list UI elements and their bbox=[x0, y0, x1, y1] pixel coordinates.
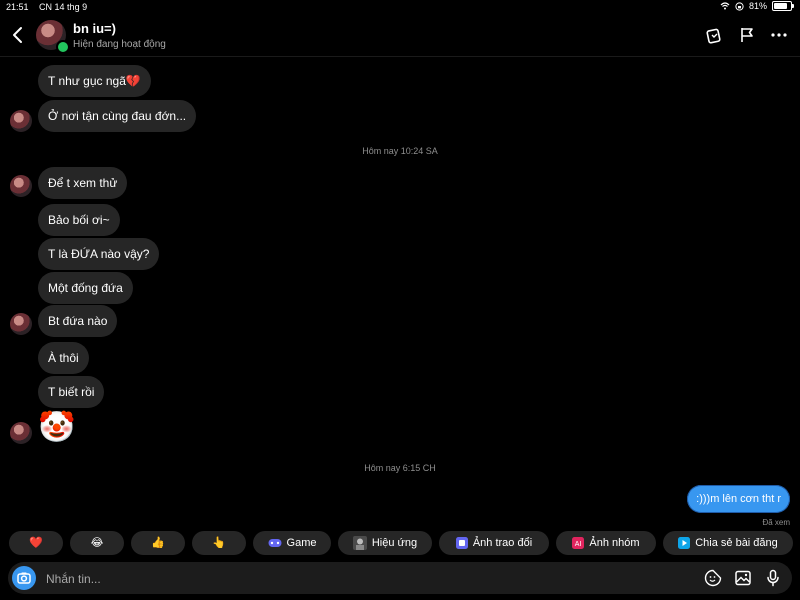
heart-emoji: ❤️ bbox=[29, 537, 43, 549]
message-bubble[interactable]: T như gục ngã💔 bbox=[38, 65, 151, 97]
laugh-reaction-button[interactable]: 😂 bbox=[70, 531, 124, 555]
sticker-icon[interactable] bbox=[704, 569, 722, 587]
sender-avatar[interactable] bbox=[10, 110, 32, 132]
photo-swap-label: Ảnh trao đổi bbox=[472, 537, 533, 549]
chat-header: bn iu=) Hiện đang hoạt động bbox=[0, 14, 800, 57]
share-post-button[interactable]: Chia sẻ bài đăng bbox=[663, 531, 793, 555]
svg-text:AI: AI bbox=[575, 541, 582, 548]
message-bubble[interactable]: Ở nơi tận cùng đau đớn... bbox=[38, 100, 197, 132]
point-up-emoji: 👆 bbox=[212, 537, 226, 549]
message-composer bbox=[8, 562, 792, 594]
share-post-label: Chia sẻ bài đăng bbox=[695, 537, 778, 549]
outgoing-message-bubble[interactable]: :)))m lên cơn tht r bbox=[687, 485, 790, 513]
lock-rotation-icon bbox=[735, 1, 744, 11]
sticker-card-icon[interactable] bbox=[705, 26, 723, 44]
online-status-dot bbox=[56, 40, 70, 54]
group-photo-label: Ảnh nhóm bbox=[589, 537, 640, 549]
ai-group-photo-icon: AI bbox=[572, 537, 585, 550]
thumbs-up-emoji: 👍 bbox=[151, 537, 165, 549]
gamepad-icon bbox=[268, 539, 282, 548]
laugh-emoji: 😂 bbox=[90, 537, 104, 549]
battery-icon bbox=[772, 1, 794, 11]
heart-reaction-button[interactable]: ❤️ bbox=[9, 531, 63, 555]
message-bubble[interactable]: À thôi bbox=[38, 342, 89, 374]
back-arrow-icon[interactable] bbox=[8, 24, 28, 46]
camera-icon bbox=[17, 572, 31, 584]
share-post-icon bbox=[678, 537, 691, 550]
game-button[interactable]: Game bbox=[253, 531, 331, 555]
battery-percent: 81% bbox=[748, 1, 767, 11]
photo-swap-icon bbox=[455, 537, 468, 550]
clown-emoji-message[interactable]: 🤡 bbox=[38, 411, 75, 445]
message-list[interactable]: T như gục ngã💔 Ở nơi tận cùng đau đớn...… bbox=[0, 57, 800, 527]
thumbs-up-reaction-button[interactable]: 👍 bbox=[131, 531, 185, 555]
sender-avatar[interactable] bbox=[10, 313, 32, 335]
timestamp: Hôm nay 6:15 CH bbox=[364, 463, 436, 473]
status-date: CN 14 thg 9 bbox=[39, 2, 88, 12]
message-bubble[interactable]: Bt đứa nào bbox=[38, 305, 118, 337]
message-input[interactable] bbox=[44, 568, 648, 590]
more-options-icon[interactable] bbox=[770, 26, 788, 44]
flag-icon[interactable] bbox=[738, 26, 756, 44]
effects-button[interactable]: Hiệu ứng bbox=[338, 531, 432, 555]
message-bubble[interactable]: T là ĐỨA nào vậy? bbox=[38, 238, 160, 270]
message-bubble[interactable]: Bảo bối ơi~ bbox=[38, 204, 120, 236]
battery-fill bbox=[774, 3, 787, 9]
camera-button[interactable] bbox=[12, 566, 36, 590]
point-up-reaction-button[interactable]: 👆 bbox=[192, 531, 246, 555]
timestamp: Hôm nay 10:24 SA bbox=[362, 146, 438, 156]
seen-indicator: Đã xem bbox=[762, 518, 790, 527]
effects-label: Hiệu ứng bbox=[371, 537, 418, 549]
quick-actions-bar: ❤️ 😂 👍 👆 Game Hiệu ứng Ảnh trao đổi AI Ả… bbox=[0, 531, 800, 557]
group-photo-button[interactable]: AI Ảnh nhóm bbox=[556, 531, 656, 555]
status-bar: 21:51 CN 14 thg 9 81% bbox=[0, 0, 800, 14]
active-status: Hiện đang hoạt động bbox=[73, 39, 166, 50]
effects-thumbnail-icon bbox=[352, 536, 367, 551]
chat-title[interactable]: bn iu=) bbox=[73, 21, 116, 36]
wifi-icon bbox=[720, 2, 730, 10]
message-bubble[interactable]: T biết rồi bbox=[38, 376, 105, 408]
microphone-icon[interactable] bbox=[764, 569, 782, 587]
message-bubble[interactable]: Một đống đứa bbox=[38, 272, 133, 304]
message-bubble[interactable]: Để t xem thử bbox=[38, 167, 128, 199]
status-time: 21:51 bbox=[6, 2, 29, 12]
game-label: Game bbox=[286, 537, 317, 549]
sender-avatar[interactable] bbox=[10, 175, 32, 197]
sender-avatar[interactable] bbox=[10, 422, 32, 444]
photo-swap-button[interactable]: Ảnh trao đổi bbox=[439, 531, 549, 555]
gallery-icon[interactable] bbox=[734, 569, 752, 587]
